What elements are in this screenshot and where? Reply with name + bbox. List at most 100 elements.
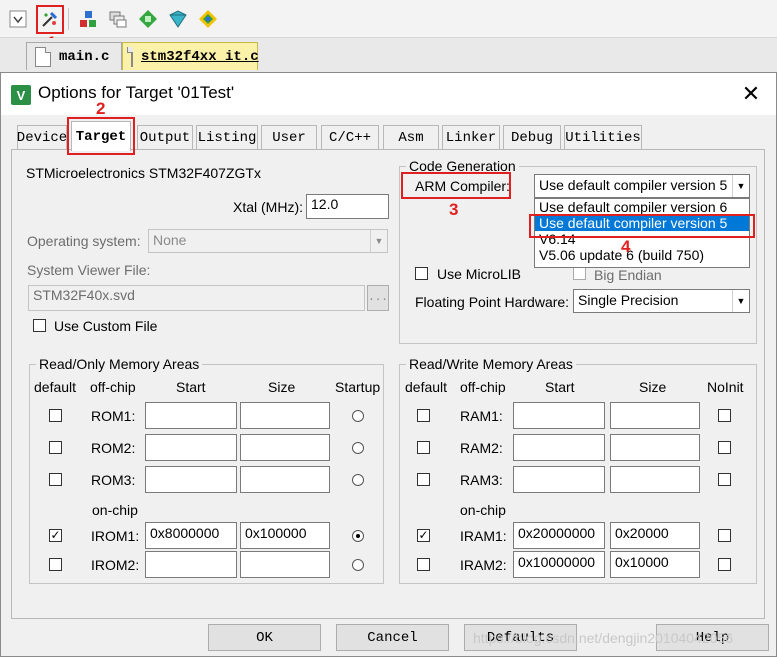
ro_memory-start-input[interactable]: 0x8000000 [145, 522, 237, 549]
ro_memory-size-input[interactable]: 0x100000 [240, 522, 330, 549]
rw_memory-size-input[interactable] [610, 402, 700, 429]
tab-linker[interactable]: Linker [442, 125, 500, 149]
fp-hardware-value: Single Precision [578, 292, 679, 308]
file-icon [35, 46, 51, 67]
ok-button[interactable]: OK [208, 624, 321, 651]
pack-installer-icon[interactable] [136, 7, 160, 31]
rw_memory-start-input[interactable] [513, 466, 605, 493]
annotation-number-2: 2 [96, 99, 106, 118]
rw_memory-start-input[interactable]: 0x10000000 [513, 551, 605, 578]
rw_memory-noinit-checkbox[interactable] [718, 441, 731, 454]
ro_memory-row-name: ROM3: [91, 472, 136, 488]
big-endian-checkbox[interactable] [573, 267, 586, 280]
rw_memory-start-input[interactable] [513, 434, 605, 461]
tab-utilities[interactable]: Utilities [564, 125, 642, 149]
rw-header-default: default [405, 379, 448, 395]
ro_memory-startup-radio[interactable] [352, 474, 364, 486]
xtal-input[interactable]: 12.0 [306, 194, 389, 219]
ro_memory-size-input[interactable] [240, 434, 330, 461]
os-select-value: None [153, 232, 187, 248]
ro_memory-row-name: IROM2: [91, 557, 140, 573]
rw_memory-row-name: IRAM2: [460, 557, 507, 573]
rw_memory-noinit-checkbox[interactable] [718, 473, 731, 486]
rw_memory-size-input[interactable]: 0x10000 [610, 551, 700, 578]
ro_memory-start-input[interactable] [145, 551, 237, 578]
tab-c-cpp[interactable]: C/C++ [321, 125, 379, 149]
ro_memory-default-checkbox[interactable] [49, 473, 62, 486]
os-select[interactable]: None ▼ [148, 229, 388, 253]
compiler-option[interactable]: Use default compiler version 6 [535, 199, 749, 215]
ro_memory-row-name: ROM2: [91, 440, 136, 456]
ro_memory-start-input[interactable] [145, 402, 237, 429]
rw_memory-noinit-checkbox[interactable] [718, 558, 731, 571]
annotation-number-3: 3 [449, 200, 459, 219]
file-extensions-icon[interactable] [106, 7, 130, 31]
ro_memory-default-checkbox[interactable]: ✓ [49, 529, 62, 542]
fp-hardware-select[interactable]: Single Precision ▼ [573, 289, 750, 313]
use-microlib-label: Use MicroLIB [437, 266, 522, 282]
rw_memory-start-input[interactable]: 0x20000000 [513, 522, 605, 549]
toolbar [0, 0, 777, 38]
select-packs-icon[interactable] [166, 7, 190, 31]
big-endian-label: Big Endian [594, 267, 662, 283]
sv-file-label: System Viewer File: [27, 262, 151, 278]
ro-memory-title: Read/Only Memory Areas [36, 356, 203, 372]
rw_memory-size-input[interactable]: 0x20000 [610, 522, 700, 549]
dialog-title: Options for Target '01Test' [38, 83, 235, 102]
annotation-box-2 [67, 117, 135, 155]
ro_memory-startup-radio[interactable] [352, 559, 364, 571]
sv-file-input[interactable]: STM32F40x.svd [28, 285, 365, 311]
arm-compiler-select[interactable]: Use default compiler version 5 ▼ [534, 174, 750, 198]
rw_memory-size-input[interactable] [610, 466, 700, 493]
sv-browse-button[interactable]: ... [367, 285, 389, 311]
ro_memory-startup-radio[interactable] [352, 410, 364, 422]
ro-header-offchip: off-chip [90, 379, 136, 395]
tab-device[interactable]: Device [17, 125, 67, 149]
rw_memory-size-input[interactable] [610, 434, 700, 461]
ro_memory-start-input[interactable] [145, 434, 237, 461]
ro_memory-default-checkbox[interactable] [49, 409, 62, 422]
use-microlib-checkbox[interactable] [415, 267, 428, 280]
ro_memory-startup-radio[interactable] [352, 530, 364, 542]
rw_memory-default-checkbox[interactable] [417, 409, 430, 422]
file-tab-main-c[interactable]: main.c [26, 42, 122, 70]
ro_memory-default-checkbox[interactable] [49, 558, 62, 571]
dropdown-icon[interactable] [6, 7, 30, 31]
ro_memory-default-checkbox[interactable] [49, 441, 62, 454]
rw_memory-default-checkbox[interactable] [417, 558, 430, 571]
tab-output[interactable]: Output [137, 125, 193, 149]
ro_memory-startup-radio[interactable] [352, 442, 364, 454]
chevron-down-icon: ▼ [732, 175, 749, 197]
arm-compiler-value: Use default compiler version 5 [539, 177, 728, 193]
file-tab-stm32f4xx-it-c[interactable]: stm32f4xx_it.c [122, 42, 259, 70]
run-time-environment-icon[interactable] [196, 7, 220, 31]
rw_memory-noinit-checkbox[interactable] [718, 529, 731, 542]
chevron-down-icon: ▼ [370, 230, 387, 252]
use-custom-file-checkbox[interactable] [33, 319, 46, 332]
tab-debug[interactable]: Debug [503, 125, 561, 149]
rw_memory-default-checkbox[interactable]: ✓ [417, 529, 430, 542]
manage-components-icon[interactable] [76, 7, 100, 31]
cancel-button[interactable]: Cancel [336, 624, 449, 651]
file-tab-label: stm32f4xx_it.c [141, 48, 259, 65]
rw_memory-default-checkbox[interactable] [417, 473, 430, 486]
ro_memory-size-input[interactable] [240, 402, 330, 429]
ro_memory-start-input[interactable] [145, 466, 237, 493]
editor-tab-bar: main.c stm32f4xx_it.c [0, 38, 777, 72]
tab-listing[interactable]: Listing [196, 125, 258, 149]
ro-header-start: Start [176, 379, 206, 395]
toolbar-separator [68, 8, 69, 30]
rw_memory-noinit-checkbox[interactable] [718, 409, 731, 422]
tab-asm[interactable]: Asm [383, 125, 439, 149]
ro_memory-size-input[interactable] [240, 466, 330, 493]
rw_memory-start-input[interactable] [513, 402, 605, 429]
close-icon[interactable]: ✕ [736, 79, 766, 109]
ro_memory-row-name: ROM1: [91, 408, 136, 424]
ro_memory-size-input[interactable] [240, 551, 330, 578]
ro_memory-row-name: IROM1: [91, 528, 140, 544]
watermark: https://blog.csdn.net/dengjin20104042056 [473, 630, 733, 646]
compiler-option[interactable]: V5.06 update 6 (build 750) [535, 247, 749, 263]
tab-user[interactable]: User [261, 125, 317, 149]
keil-app-icon: V [11, 85, 31, 105]
rw_memory-default-checkbox[interactable] [417, 441, 430, 454]
